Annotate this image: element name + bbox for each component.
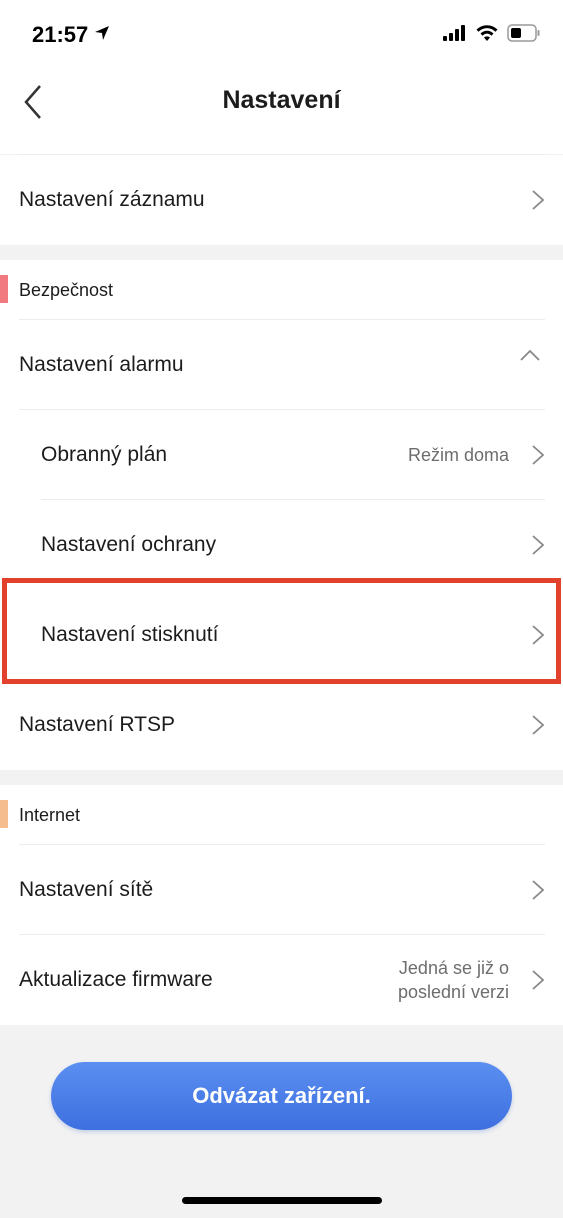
chevron-right-icon — [532, 715, 545, 735]
record-settings-label: Nastavení záznamu — [19, 188, 205, 211]
section-color-bar — [0, 275, 8, 303]
unbind-device-button[interactable]: Odvázat zařízení. — [51, 1062, 512, 1130]
chevron-right-icon — [532, 625, 545, 645]
section-security: Bezpečnost — [0, 260, 563, 320]
rtsp-settings-label: Nastavení RTSP — [19, 713, 176, 736]
section-internet: Internet — [0, 785, 563, 845]
page-title: Nastavení — [222, 86, 341, 114]
wifi-icon — [475, 24, 499, 47]
status-time: 21:57 — [32, 22, 89, 47]
home-indicator — [182, 1197, 382, 1204]
nav-bar: Nastavení — [0, 64, 563, 154]
record-settings-row[interactable]: Nastavení záznamu — [0, 155, 563, 245]
status-bar: 21:57 — [0, 0, 563, 64]
defense-plan-row[interactable]: Obranný plán Režim doma — [0, 410, 563, 500]
firmware-status-line2: poslední verzi — [397, 982, 509, 1002]
press-settings-row[interactable]: Nastavení stisknutí — [0, 590, 563, 680]
network-settings-label: Nastavení sítě — [19, 878, 154, 901]
alarm-settings-label: Nastavení alarmu — [19, 353, 184, 376]
protection-settings-row[interactable]: Nastavení ochrany — [0, 500, 563, 590]
signal-icon — [443, 25, 467, 46]
chevron-right-icon — [532, 445, 545, 465]
chevron-right-icon — [532, 190, 545, 210]
chevron-right-icon — [532, 535, 545, 555]
firmware-update-row[interactable]: Aktualizace firmware Jedná se již o posl… — [0, 935, 563, 1025]
battery-icon — [507, 24, 541, 47]
alarm-settings-row[interactable]: Nastavení alarmu — [0, 320, 563, 410]
firmware-update-label: Aktualizace firmware — [19, 968, 213, 991]
section-internet-label: Internet — [19, 805, 81, 825]
chevron-right-icon — [532, 970, 545, 990]
press-settings-label: Nastavení stisknutí — [41, 623, 219, 646]
chevron-up-icon — [520, 349, 540, 361]
location-arrow-icon — [94, 25, 110, 46]
defense-plan-label: Obranný plán — [41, 443, 168, 466]
firmware-status-value: Jedná se již o poslední verzi — [398, 956, 509, 1004]
protection-settings-label: Nastavení ochrany — [41, 533, 217, 556]
section-security-label: Bezpečnost — [19, 280, 114, 300]
firmware-status-line1: Jedná se již o — [398, 958, 509, 978]
defense-plan-value: Režim doma — [407, 445, 509, 465]
rtsp-settings-row[interactable]: Nastavení RTSP — [0, 680, 563, 770]
chevron-right-icon — [532, 880, 545, 900]
section-color-bar — [0, 800, 8, 828]
network-settings-row[interactable]: Nastavení sítě — [0, 845, 563, 935]
